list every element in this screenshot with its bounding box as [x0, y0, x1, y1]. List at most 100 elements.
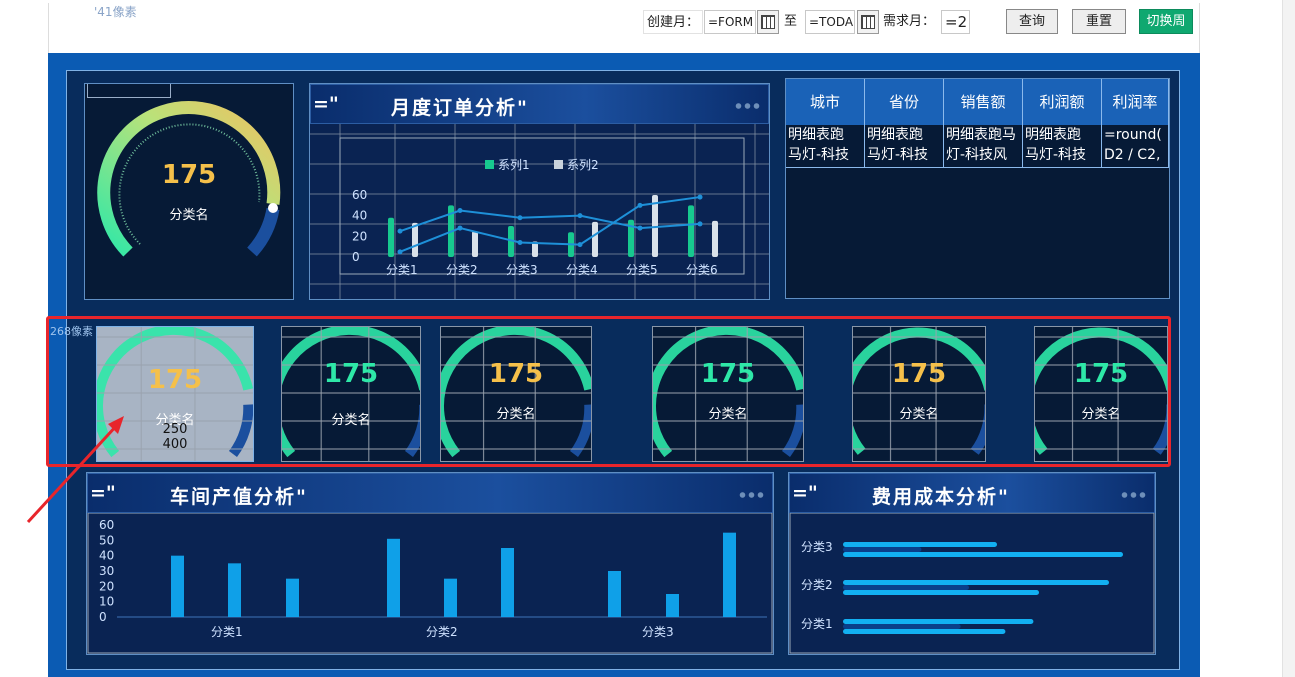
cost-bar: [843, 619, 1034, 624]
city-table-panel: 城市 明细表跑 马灯-科技 省份 明细表跑 马灯-科技 销售额 明细表跑马 灯-科技风 利润额 明细…: [785, 78, 1170, 299]
cell-line: 灯-科技风: [946, 147, 1008, 163]
line-point: [517, 240, 523, 246]
gauge-value: 175: [161, 160, 217, 190]
line-point: [577, 213, 583, 219]
table-header[interactable]: 省份: [865, 79, 944, 125]
workshop-panel: =" 车间产值分析" 0 10 20 30 40 50 60 分类1 分类2 分类3: [86, 472, 774, 655]
table-header[interactable]: 城市: [786, 79, 865, 125]
y-tick: 分类3: [801, 540, 833, 554]
table-divider: [786, 167, 1169, 168]
y-tick: 40: [99, 549, 114, 563]
table-cell[interactable]: 明细表跑马灯-科技: [1023, 125, 1102, 167]
create-to-input[interactable]: =TODA: [805, 10, 855, 34]
cell-line: 明细表跑: [867, 127, 923, 143]
y-tick: 20: [99, 579, 114, 593]
cost-bar: [843, 629, 1006, 634]
monthly-orders-title-bar: =" 月度订单分析": [310, 84, 769, 124]
line-point: [397, 228, 403, 234]
workshop-bar: [286, 578, 299, 617]
calendar-icon[interactable]: [757, 10, 779, 34]
cell-line: 明细表跑: [788, 127, 844, 143]
line-point: [577, 242, 583, 248]
workshop-bar: [387, 538, 400, 617]
line-point: [697, 194, 703, 200]
workshop-bar: [723, 532, 736, 617]
demand-month-input[interactable]: =2: [941, 10, 970, 34]
table-cell[interactable]: 明细表跑马灯-科技风: [944, 125, 1023, 167]
x-tick: 分类3: [642, 625, 674, 639]
cost-chart: 分类3 分类2 分类1: [789, 513, 1155, 654]
bar-series2: [592, 221, 598, 257]
to-label: 至: [781, 10, 805, 34]
x-tick: 分类6: [686, 263, 718, 277]
table-cell[interactable]: 明细表跑马灯-科技: [786, 125, 865, 167]
line-point: [457, 225, 463, 231]
reset-button[interactable]: 重置: [1072, 9, 1126, 34]
query-button[interactable]: 查询: [1006, 9, 1058, 34]
bar-series2: [412, 222, 418, 257]
y-tick: 30: [99, 564, 114, 578]
line-point: [517, 215, 523, 221]
x-tick: 分类1: [386, 263, 418, 277]
legend-swatch: [554, 160, 563, 169]
cell-line: 马灯-科技: [1025, 147, 1087, 163]
workshop-bar: [228, 563, 241, 617]
create-month-label: 创建月：: [643, 10, 703, 34]
bar-series2: [712, 220, 718, 257]
cost-bar: [843, 624, 961, 629]
more-dots-icon: [1120, 492, 1146, 498]
gauge-category: 分类名: [169, 208, 209, 223]
table-cell[interactable]: 明细表跑马灯-科技: [865, 125, 944, 167]
workshop-bar: [171, 555, 184, 617]
x-tick: 分类5: [626, 263, 658, 277]
cost-title: 费用成本分析": [872, 486, 1010, 508]
legend-label: 系列1: [498, 158, 530, 172]
cell-line: 明细表跑马: [946, 127, 1016, 143]
monthly-orders-title: 月度订单分析": [391, 97, 529, 119]
cost-bar: [843, 580, 1109, 585]
x-tick: 分类3: [506, 263, 538, 277]
cell-line: 马灯-科技: [788, 147, 850, 163]
cell-line: D2 / C2,: [1104, 147, 1161, 163]
scrollbar[interactable]: [1282, 0, 1295, 677]
table-cell[interactable]: =round(D2 / C2,: [1102, 125, 1169, 167]
workshop-bar: [444, 578, 457, 617]
cost-title-bar: =" 费用成本分析": [789, 473, 1155, 513]
x-tick: 分类4: [566, 263, 598, 277]
cell-line: 明细表跑: [1025, 127, 1081, 143]
cost-bar: [843, 552, 1123, 557]
cost-bar: [843, 542, 997, 547]
cell-line: 马灯-科技: [867, 147, 929, 163]
y-tick: 20: [352, 229, 367, 243]
y-tick: 分类2: [801, 578, 833, 592]
gauge-panel: 175 分类名: [84, 83, 294, 300]
x-tick: 分类2: [446, 263, 478, 277]
table-header[interactable]: 利润率: [1102, 79, 1169, 125]
table-header[interactable]: 销售额: [944, 79, 1023, 125]
line-point: [397, 249, 403, 255]
workshop-bar: [501, 548, 514, 617]
create-from-input[interactable]: =FORM: [704, 10, 756, 34]
y-tick: 0: [352, 250, 360, 264]
monthly-orders-chart: 系列1 系列2 0 20 40 60 分类1 分类2 分类3 分类4 分类5 分类6: [310, 124, 769, 299]
cost-panel: =" 费用成本分析" 分类3 分类2 分类1: [788, 472, 1156, 655]
table-header[interactable]: 利润额: [1023, 79, 1102, 125]
legend-swatch: [485, 160, 494, 169]
highlight-box: [46, 316, 1171, 467]
line-point: [697, 221, 703, 227]
y-tick: 50: [99, 533, 114, 547]
workshop-title: 车间产值分析": [170, 486, 308, 508]
y-tick: 0: [99, 610, 107, 624]
pixel-note: '41像素: [94, 5, 137, 19]
demand-month-label: 需求月：: [880, 10, 940, 34]
calendar-icon[interactable]: [857, 10, 879, 34]
y-tick: 40: [352, 209, 367, 223]
more-dots-icon: [738, 492, 764, 498]
cost-bar: [843, 585, 969, 590]
cost-bar: [843, 590, 1039, 595]
workshop-title-bar: =" 车间产值分析": [87, 473, 773, 513]
bar-series1: [688, 205, 694, 257]
switch-week-button[interactable]: 切换周: [1139, 9, 1193, 34]
bar-series1: [388, 217, 394, 257]
y-tick: 60: [352, 188, 367, 202]
